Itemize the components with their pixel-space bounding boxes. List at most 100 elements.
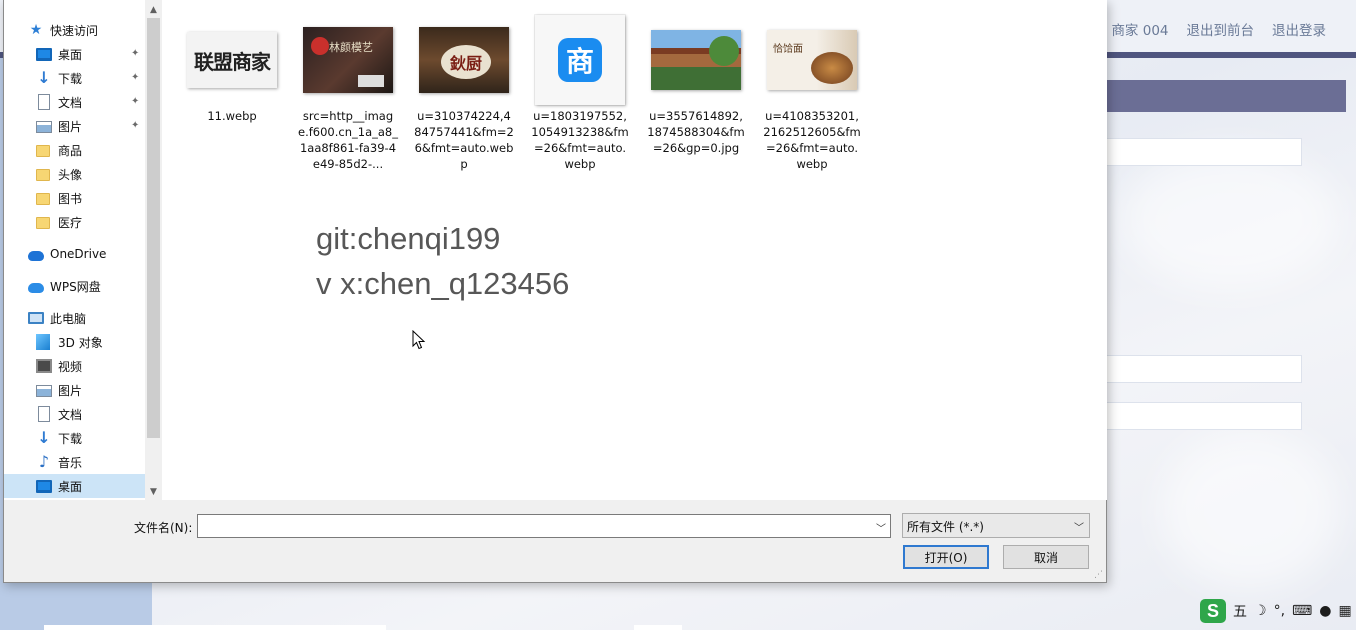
nav-item-label: 商品 xyxy=(58,143,83,158)
nav-item-this-pc[interactable]: 此电脑 xyxy=(4,306,145,330)
file-list-area[interactable]: 联盟商家 11.webp 林颜模艺 src=http__image.f600.c… xyxy=(162,0,1107,500)
keyboard-icon[interactable]: ⌨ xyxy=(1292,603,1312,619)
file-name: u=310374224,484757441&fm=26&fmt=auto.web… xyxy=(414,109,514,171)
file-item[interactable]: u=3557614892,1874588304&fm=26&gp=0.jpg xyxy=(642,14,750,156)
nav-item-downloads[interactable]: ↓ 下载 ✦ xyxy=(4,66,145,90)
nav-item-music[interactable]: ♪ 音乐 xyxy=(4,450,145,474)
file-item[interactable]: 恰饸面 u=4108353201,2162512605&fm=26&fmt=au… xyxy=(758,14,866,172)
filename-label: 文件名(N): xyxy=(134,521,193,535)
app-logo-icon: 商 xyxy=(565,45,594,78)
nav-item-label: 快速访问 xyxy=(50,23,99,38)
nav-item-label: 头像 xyxy=(58,167,83,182)
ime-mode-label[interactable]: 五 xyxy=(1233,601,1247,621)
nav-item-desktop-selected[interactable]: 桌面 xyxy=(4,474,145,498)
thumbnail-logo-text: 联盟商家 xyxy=(194,49,271,74)
filter-selected-value: 所有文件 (*.*) xyxy=(907,520,984,534)
file-name: u=3557614892,1874588304&fm=26&gp=0.jpg xyxy=(647,109,745,155)
file-thumbnail: 鈥厨 xyxy=(419,27,509,93)
exit-to-frontend-link[interactable]: 退出到前台 xyxy=(1187,19,1255,39)
watermark-line: git:chenqi199 xyxy=(316,221,501,256)
grid-icon[interactable]: ▦ xyxy=(1338,603,1351,619)
document-icon xyxy=(38,94,50,110)
resize-grip-icon[interactable]: ⋰ xyxy=(1094,570,1104,580)
sogou-s-icon[interactable]: S xyxy=(1200,599,1226,623)
background-bottom-bar xyxy=(44,625,386,630)
nav-item-pictures[interactable]: 图片 ✦ xyxy=(4,114,145,138)
desktop-icon xyxy=(36,48,52,61)
watermark-text: git:chenqi199 v x:chen_q123456 xyxy=(316,216,569,306)
nav-item-pictures[interactable]: 图片 xyxy=(4,378,145,402)
thumbnail-sign-text: 鈥厨 xyxy=(449,54,482,73)
merchant-name-link[interactable]: 商家 004 xyxy=(1111,19,1168,39)
folder-icon xyxy=(36,193,50,205)
thumbnail-sign-text: 恰饸面 xyxy=(773,44,803,55)
chevron-down-icon[interactable]: ﹀ xyxy=(876,520,886,535)
background-input[interactable] xyxy=(1104,138,1302,166)
nav-item-videos[interactable]: 视频 xyxy=(4,354,145,378)
cancel-button[interactable]: 取消 xyxy=(1003,545,1089,569)
nav-item-folder-books[interactable]: 图书 xyxy=(4,186,145,210)
file-type-filter-select[interactable]: 所有文件 (*.*) ﹀ xyxy=(902,513,1090,538)
nav-quick-access[interactable]: ★ 快速访问 xyxy=(4,18,145,42)
document-icon xyxy=(38,406,50,422)
ime-toolbar: S 五 ☽ °, ⌨ ● ▦ xyxy=(1196,597,1356,625)
nav-pane-scrollbar[interactable]: ▲ ▼ xyxy=(145,0,162,500)
nav-item-wps-drive[interactable]: WPS网盘 xyxy=(4,274,145,298)
file-name: u=4108353201,2162512605&fm=26&fmt=auto.w… xyxy=(763,109,861,171)
punctuation-icon[interactable]: °, xyxy=(1274,603,1285,619)
nav-item-label: 桌面 xyxy=(58,47,83,62)
nav-item-folder-avatar[interactable]: 头像 xyxy=(4,162,145,186)
file-open-dialog: ★ 快速访问 桌面 ✦ ↓ 下载 ✦ 文档 ✦ 图片 ✦ 商品 头像 图书 医疗… xyxy=(3,0,1107,583)
file-item[interactable]: 联盟商家 11.webp xyxy=(178,14,286,124)
scroll-down-arrow-icon[interactable]: ▼ xyxy=(145,484,162,501)
desktop-icon xyxy=(36,480,52,493)
scrollbar-thumb[interactable] xyxy=(147,18,160,438)
nav-item-label: 下载 xyxy=(58,71,83,86)
nav-item-desktop[interactable]: 桌面 ✦ xyxy=(4,42,145,66)
nav-item-folder-medical[interactable]: 医疗 xyxy=(4,210,145,234)
scroll-up-arrow-icon[interactable]: ▲ xyxy=(145,2,162,19)
background-input[interactable] xyxy=(1104,355,1302,383)
logout-link[interactable]: 退出登录 xyxy=(1272,19,1326,39)
nav-item-label: 音乐 xyxy=(58,455,83,470)
thumbnail-sign-text: 林颜模艺 xyxy=(329,41,373,54)
moon-icon[interactable]: ☽ xyxy=(1254,603,1267,619)
3d-objects-icon xyxy=(36,334,50,350)
pictures-icon xyxy=(36,385,52,397)
file-item[interactable]: 林颜模艺 src=http__image.f600.cn_1a_a8_1aa8f… xyxy=(294,14,402,172)
nav-item-label: 文档 xyxy=(58,95,83,110)
this-pc-icon xyxy=(28,312,44,324)
file-thumbnail: 联盟商家 xyxy=(187,32,277,88)
nav-item-label: 视频 xyxy=(58,359,83,374)
navigation-pane: ★ 快速访问 桌面 ✦ ↓ 下载 ✦ 文档 ✦ 图片 ✦ 商品 头像 图书 医疗… xyxy=(4,0,145,500)
background-panel-title-bar xyxy=(1100,80,1346,112)
star-icon: ★ xyxy=(29,22,43,38)
file-thumbnail: 商 xyxy=(535,15,625,105)
nav-item-documents[interactable]: 文档 xyxy=(4,402,145,426)
nav-item-label: 文档 xyxy=(58,407,83,422)
background-nav: 商家 004 退出到前台 退出登录 xyxy=(1111,0,1356,58)
file-name: src=http__image.f600.cn_1a_a8_1aa8f861-f… xyxy=(298,109,398,171)
nav-item-label: 图片 xyxy=(58,119,83,134)
pin-icon: ✦ xyxy=(131,48,140,59)
pin-icon: ✦ xyxy=(131,120,140,131)
nav-item-onedrive[interactable]: OneDrive xyxy=(4,242,145,266)
nav-item-label: 医疗 xyxy=(58,215,83,230)
filename-input[interactable]: ﹀ xyxy=(197,514,891,538)
file-item-hovered[interactable]: 商 u=1803197552,1054913238&fm=26&fmt=auto… xyxy=(526,14,634,172)
nav-item-label: 3D 对象 xyxy=(58,335,103,350)
nav-item-label: WPS网盘 xyxy=(50,279,101,294)
nav-item-documents[interactable]: 文档 ✦ xyxy=(4,90,145,114)
nav-item-label: 下载 xyxy=(58,431,83,446)
nav-item-3d-objects[interactable]: 3D 对象 xyxy=(4,330,145,354)
folder-icon xyxy=(36,217,50,229)
file-item[interactable]: 鈥厨 u=310374224,484757441&fm=26&fmt=auto.… xyxy=(410,14,518,172)
onedrive-cloud-icon xyxy=(28,250,44,261)
background-input[interactable] xyxy=(1104,402,1302,430)
nav-item-label: 此电脑 xyxy=(50,311,87,326)
open-button[interactable]: 打开(O) xyxy=(903,545,989,569)
nav-item-folder-goods[interactable]: 商品 xyxy=(4,138,145,162)
nav-item-downloads[interactable]: ↓ 下载 xyxy=(4,426,145,450)
videos-icon xyxy=(36,359,52,373)
user-icon[interactable]: ● xyxy=(1319,603,1331,619)
